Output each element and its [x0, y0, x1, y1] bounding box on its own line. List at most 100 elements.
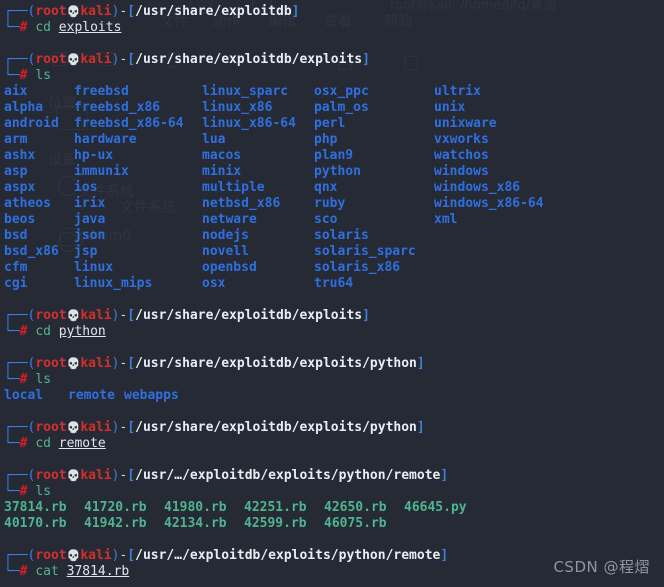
list-item[interactable]: minix — [202, 164, 241, 180]
list-item[interactable]: android — [4, 116, 59, 132]
table-row: arm hardware lua php vxworks — [0, 132, 664, 148]
list-item[interactable]: solaris — [314, 228, 369, 244]
list-item[interactable]: 42251.rb — [244, 500, 307, 516]
list-item[interactable]: 42134.rb — [164, 516, 227, 532]
list-item[interactable]: 42599.rb — [244, 516, 307, 532]
list-item[interactable]: vxworks — [434, 132, 489, 148]
command-line[interactable]: └─# cd python — [0, 324, 664, 340]
list-item[interactable]: asp — [4, 164, 27, 180]
prompt-open-bracket: [ — [127, 548, 136, 563]
table-row: bsd json nodejs solaris — [0, 228, 664, 244]
list-item[interactable]: tru64 — [314, 276, 353, 292]
list-item[interactable]: perl — [314, 116, 345, 132]
prompt-line: ┌──(root💀kali)-[/usr/share/exploitdb/exp… — [0, 308, 664, 324]
list-item[interactable]: webapps — [124, 388, 179, 404]
list-item[interactable]: osx_ppc — [314, 84, 369, 100]
list-item[interactable]: nodejs — [202, 228, 249, 244]
list-item[interactable]: watchos — [434, 148, 489, 164]
list-item[interactable]: local — [4, 388, 43, 404]
list-item[interactable]: unixware — [434, 116, 497, 132]
list-item[interactable]: bsd_x86 — [4, 244, 59, 260]
list-item[interactable]: ultrix — [434, 84, 481, 100]
list-item[interactable]: remote — [68, 388, 115, 404]
list-item[interactable]: irix — [74, 196, 105, 212]
list-item[interactable]: 41720.rb — [84, 500, 147, 516]
list-item[interactable]: aix — [4, 84, 27, 100]
list-item[interactable]: bsd — [4, 228, 27, 244]
list-item[interactable]: freebsd_x86 — [74, 100, 160, 116]
prompt-host: kali — [80, 468, 112, 483]
list-item[interactable]: netbsd_x86 — [202, 196, 280, 212]
terminal-window[interactable]: root@kali: /home/jjfq/桌面 文件 动作 编辑 查看 帮助 … — [0, 0, 664, 587]
list-item[interactable]: macos — [202, 148, 241, 164]
list-item[interactable]: aspx — [4, 180, 35, 196]
list-item[interactable]: qnx — [314, 180, 337, 196]
list-item[interactable]: solaris_sparc — [314, 244, 416, 260]
command-line[interactable]: └─# cd remote — [0, 436, 664, 452]
list-item[interactable]: netware — [202, 212, 257, 228]
list-item[interactable]: linux — [74, 260, 113, 276]
prompt-user: root — [35, 356, 67, 371]
list-item[interactable]: 41942.rb — [84, 516, 147, 532]
list-item[interactable]: linux_sparc — [202, 84, 288, 100]
list-item[interactable]: 40170.rb — [4, 516, 67, 532]
list-item[interactable]: lua — [202, 132, 225, 148]
list-item[interactable]: hp-ux — [74, 148, 113, 164]
list-item[interactable]: openbsd — [202, 260, 257, 276]
prompt-path: /usr/share/exploitdb/exploits/python — [135, 420, 417, 435]
list-item[interactable]: linux_x86 — [202, 100, 272, 116]
list-item[interactable]: immunix — [74, 164, 129, 180]
list-item[interactable]: unix — [434, 100, 465, 116]
list-item[interactable]: xml — [434, 212, 457, 228]
list-item[interactable]: plan9 — [314, 148, 353, 164]
list-item[interactable]: python — [314, 164, 361, 180]
list-item[interactable]: osx — [202, 276, 225, 292]
list-item[interactable]: linux_x86-64 — [202, 116, 296, 132]
command-line[interactable]: └─# cd exploits — [0, 20, 664, 36]
command-line[interactable]: └─# cat 37814.rb — [0, 564, 664, 580]
list-item[interactable]: windows_x86-64 — [434, 196, 544, 212]
list-item[interactable]: linux_mips — [74, 276, 152, 292]
list-item[interactable]: java — [74, 212, 105, 228]
list-item[interactable]: 41980.rb — [164, 500, 227, 516]
list-item[interactable]: ios — [74, 180, 97, 196]
list-item[interactable]: json — [74, 228, 105, 244]
list-item[interactable]: hardware — [74, 132, 137, 148]
command-argument: 37814.rb — [66, 564, 130, 579]
command-line[interactable]: └─# ls — [0, 68, 664, 84]
list-item[interactable]: cgi — [4, 276, 27, 292]
list-item[interactable]: alpha — [4, 100, 43, 116]
terminal-screen[interactable]: ┌──(root💀kali)-[/usr/share/exploitdb] └─… — [0, 0, 664, 580]
list-item[interactable]: windows — [434, 164, 489, 180]
prompt-user: root — [35, 468, 67, 483]
list-item[interactable]: freebsd — [74, 84, 129, 100]
prompt-corner-icon: ┌── — [4, 548, 28, 563]
list-item[interactable]: freebsd_x86-64 — [74, 116, 184, 132]
list-item[interactable]: atheos — [4, 196, 51, 212]
list-item[interactable]: ruby — [314, 196, 345, 212]
command-line[interactable]: └─# ls — [0, 372, 664, 388]
prompt-elbow-icon: └─ — [4, 68, 20, 83]
list-item[interactable]: ashx — [4, 148, 35, 164]
list-item[interactable]: 46645.py — [404, 500, 467, 516]
list-item[interactable]: 37814.rb — [4, 500, 67, 516]
list-item[interactable]: cfm — [4, 260, 27, 276]
list-item[interactable]: arm — [4, 132, 27, 148]
list-item[interactable]: solaris_x86 — [314, 260, 400, 276]
list-item[interactable]: php — [314, 132, 337, 148]
prompt-host: kali — [80, 4, 112, 19]
list-item[interactable]: multiple — [202, 180, 265, 196]
list-item[interactable]: 42650.rb — [324, 500, 387, 516]
list-item[interactable]: beos — [4, 212, 35, 228]
list-item[interactable]: sco — [314, 212, 337, 228]
table-row: atheos irix netbsd_x86 ruby windows_x86-64 — [0, 196, 664, 212]
list-item[interactable]: novell — [202, 244, 249, 260]
command-line[interactable]: └─# ls — [0, 484, 664, 500]
list-item[interactable]: windows_x86 — [434, 180, 520, 196]
list-item[interactable]: jsp — [74, 244, 97, 260]
prompt-path: /usr/…/exploitdb/exploits/python/remote — [135, 548, 441, 563]
list-item[interactable]: 46075.rb — [324, 516, 387, 532]
list-item[interactable]: palm_os — [314, 100, 369, 116]
skull-icon: 💀 — [66, 549, 81, 562]
